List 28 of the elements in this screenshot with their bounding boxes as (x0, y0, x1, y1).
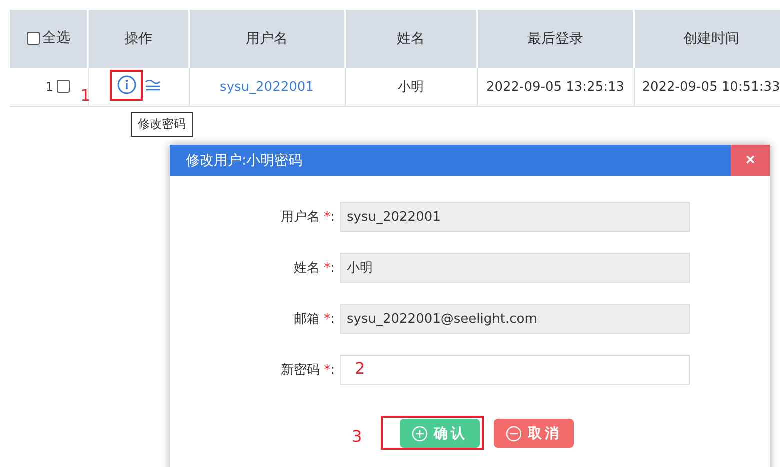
select-all-label: 全选 (42, 29, 70, 48)
column-header: 操作 (88, 10, 189, 68)
table-cell: 小明 (345, 68, 477, 106)
column-header: 姓名 (345, 10, 477, 68)
field-label: 新密码 *: (280, 362, 335, 379)
field-label: 邮箱 *: (292, 311, 335, 328)
table-cell: 2022-09-05 13:25:13 (477, 68, 634, 106)
column-header: 创建时间 (634, 10, 780, 68)
field-label: 姓名 *: (292, 260, 335, 277)
table-cell: 2022-09-05 10:51:33 (634, 68, 780, 106)
column-header: 用户名 (189, 10, 345, 68)
annotation-number: 2 (355, 361, 366, 377)
dialog-title: 修改用户:小明密码 (185, 152, 304, 170)
minus-circle-icon (506, 426, 522, 442)
cancel-button[interactable]: 取消 (494, 419, 574, 448)
column-header: 最后登录 (477, 10, 634, 68)
annotation-number: 3 (352, 429, 362, 445)
close-button[interactable]: × (731, 145, 770, 176)
wave-lines-icon[interactable] (144, 78, 160, 92)
field-label: 用户名 *: (280, 209, 335, 226)
plus-circle-icon (412, 426, 428, 442)
annotation-number: 1 (80, 88, 91, 104)
checkbox[interactable] (26, 32, 40, 45)
tooltip: 修改密码 (131, 112, 193, 137)
input-field[interactable] (340, 355, 690, 385)
checkbox[interactable] (56, 80, 70, 93)
info-icon[interactable] (116, 75, 136, 95)
row-number: 1 (46, 80, 54, 94)
